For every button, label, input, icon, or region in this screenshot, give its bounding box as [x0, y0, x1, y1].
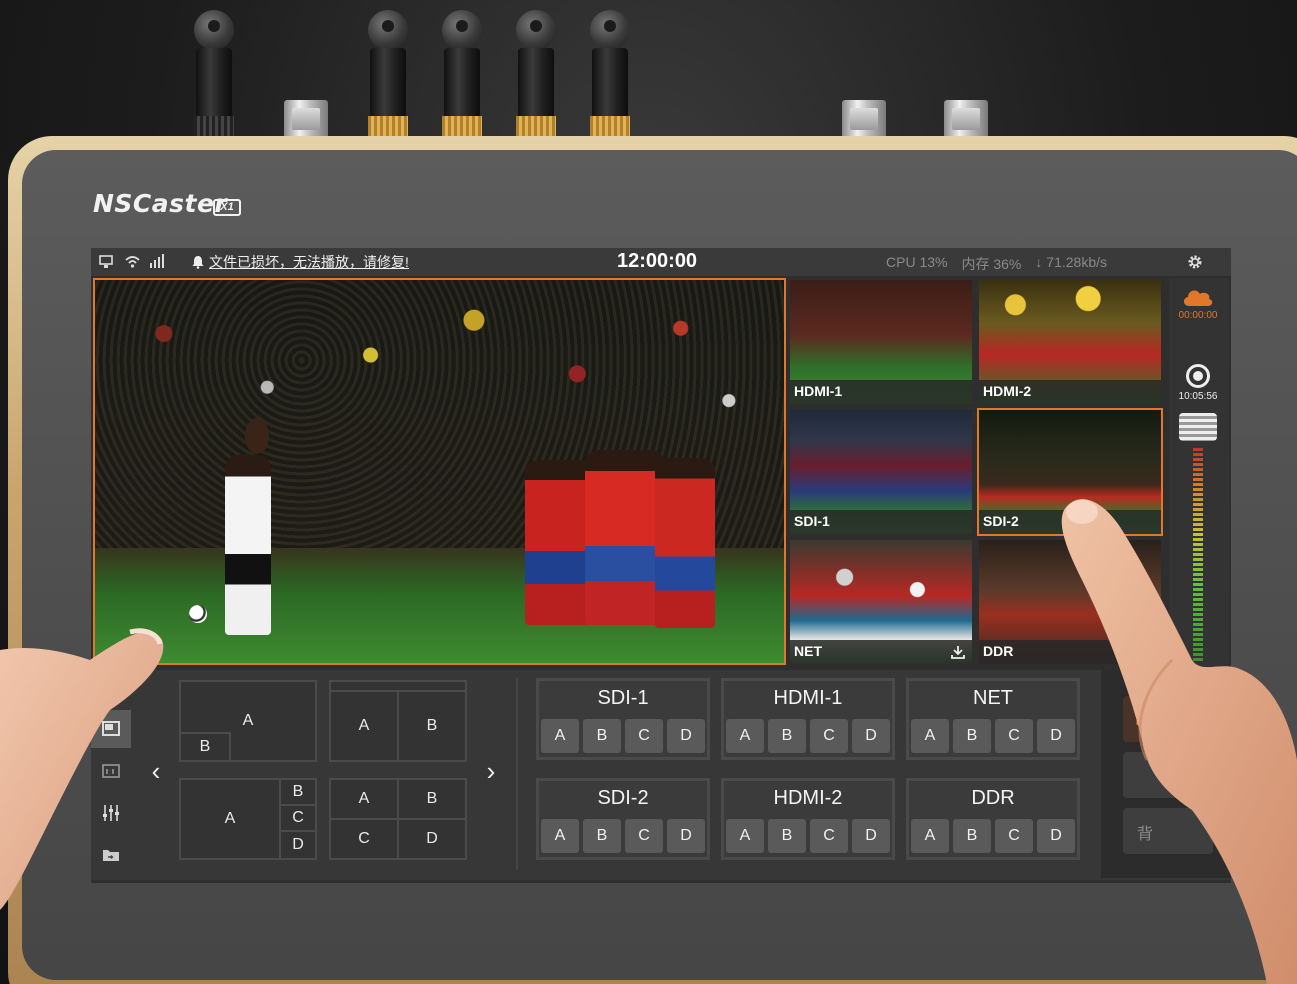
slot-c-button[interactable]: C [625, 819, 663, 853]
record-time: 10:05:56 [1178, 391, 1218, 402]
error-notice[interactable]: 文件已损坏，无法播放，请修复! [191, 252, 409, 272]
gear-icon[interactable] [1187, 254, 1203, 270]
source-group-hdmi-2: HDMI-2 A B C D [721, 778, 895, 860]
usb-port [944, 100, 988, 138]
layout-quad[interactable]: A B C D [329, 778, 467, 860]
system-info: CPU 13% 内存 36% ↓ 71.28kb/s [886, 254, 1107, 274]
slot-c-button[interactable]: C [995, 719, 1033, 753]
layout-cell-c: C [279, 804, 317, 832]
layout-cell-b: B [397, 778, 467, 820]
player-figure [585, 450, 665, 625]
source-group-title: SDI-1 [597, 687, 649, 709]
slot-d-button[interactable]: D [852, 719, 890, 753]
player-figure [655, 458, 715, 628]
slot-b-button[interactable]: B [953, 719, 991, 753]
layout-cell-a: A [329, 778, 399, 820]
usb-port [284, 100, 328, 138]
slot-d-button[interactable]: D [852, 819, 890, 853]
status-bar: 文件已损坏，无法播放，请修复! 12:00:00 CPU 13% 内存 36% … [91, 248, 1231, 276]
layout-cell-b: B [397, 690, 467, 762]
bell-icon [192, 256, 204, 269]
bnc-connector [192, 10, 236, 138]
slot-d-button[interactable]: D [667, 719, 705, 753]
layout-cell-a: A [179, 778, 281, 860]
tile-sdi-1[interactable]: SDI-1 [788, 408, 974, 536]
tile-label: HDMI-1 [790, 380, 972, 404]
slot-a-button[interactable]: A [726, 719, 764, 753]
slot-b-button[interactable]: B [583, 719, 621, 753]
bnc-connector [440, 10, 484, 138]
usb-port [842, 100, 886, 138]
status-icons [99, 254, 166, 269]
memory-usage: 内存 36% [961, 256, 1022, 272]
download-icon[interactable] [950, 644, 966, 660]
slot-c-button[interactable]: C [625, 719, 663, 753]
layout-cell-a: A [329, 690, 399, 762]
brand-logo: NSCaster [93, 189, 228, 218]
slot-b-button[interactable]: B [768, 719, 806, 753]
slot-c-button[interactable]: C [810, 819, 848, 853]
slot-a-button[interactable]: A [911, 719, 949, 753]
program-preview[interactable] [93, 278, 786, 665]
wifi-icon [125, 256, 140, 268]
layout-side-by-side[interactable]: A B [329, 680, 467, 762]
layout-next-button[interactable]: › [480, 758, 502, 784]
signal-bars-icon [150, 254, 164, 268]
layout-cell-b: B [179, 732, 231, 762]
panel-divider [516, 678, 518, 870]
source-group-title: HDMI-1 [773, 687, 843, 709]
slot-d-button[interactable]: D [667, 819, 705, 853]
network-speed: ↓ 71.28kb/s [1035, 254, 1107, 270]
cloud-stream-icon[interactable] [1181, 286, 1215, 308]
right-hand [1061, 499, 1297, 984]
layout-pip[interactable]: A B [179, 680, 317, 762]
soccer-ball [189, 605, 207, 623]
bnc-connector [366, 10, 410, 138]
layout-cell-d: D [397, 818, 467, 860]
source-group-title: HDMI-2 [773, 787, 843, 809]
slot-a-button[interactable]: A [911, 819, 949, 853]
left-hand [0, 628, 164, 910]
slot-b-button[interactable]: B [768, 819, 806, 853]
layout-main-plus-three[interactable]: A B C D [179, 778, 317, 860]
source-group-sdi-1: SDI-1 A B C D [536, 678, 710, 760]
player-figure [245, 418, 269, 454]
layout-cell-b: B [279, 778, 317, 806]
tile-hdmi-2[interactable]: HDMI-2 [977, 278, 1163, 406]
monitor-icon [99, 255, 113, 268]
model-badge: X1 [213, 199, 241, 216]
slot-c-button[interactable]: C [995, 819, 1033, 853]
tile-label: HDMI-2 [979, 380, 1161, 404]
layout-cell-d: D [279, 830, 317, 860]
cpu-usage: CPU 13% [886, 254, 948, 270]
tile-label: SDI-1 [790, 510, 972, 534]
slot-a-button[interactable]: A [726, 819, 764, 853]
audio-fader-handle[interactable] [1179, 413, 1217, 441]
slot-c-button[interactable]: C [810, 719, 848, 753]
source-group-hdmi-1: HDMI-1 A B C D [721, 678, 895, 760]
tile-net[interactable]: NET [788, 538, 974, 666]
player-figure [225, 455, 271, 635]
slot-b-button[interactable]: B [953, 819, 991, 853]
bnc-connector [588, 10, 632, 138]
layout-cell-c: C [329, 818, 399, 860]
source-group-sdi-2: SDI-2 A B C D [536, 778, 710, 860]
slot-b-button[interactable]: B [583, 819, 621, 853]
notice-text: 文件已损坏，无法播放，请修复! [209, 254, 409, 270]
slot-a-button[interactable]: A [541, 719, 579, 753]
tile-label: NET [790, 640, 972, 664]
tile-hdmi-1[interactable]: HDMI-1 [788, 278, 974, 406]
bnc-connector [514, 10, 558, 138]
record-icon[interactable] [1186, 364, 1210, 388]
clock: 12:00:00 [617, 250, 698, 272]
slot-a-button[interactable]: A [541, 819, 579, 853]
stream-time: 00:00:00 [1178, 310, 1218, 321]
source-group-title: SDI-2 [597, 787, 649, 809]
